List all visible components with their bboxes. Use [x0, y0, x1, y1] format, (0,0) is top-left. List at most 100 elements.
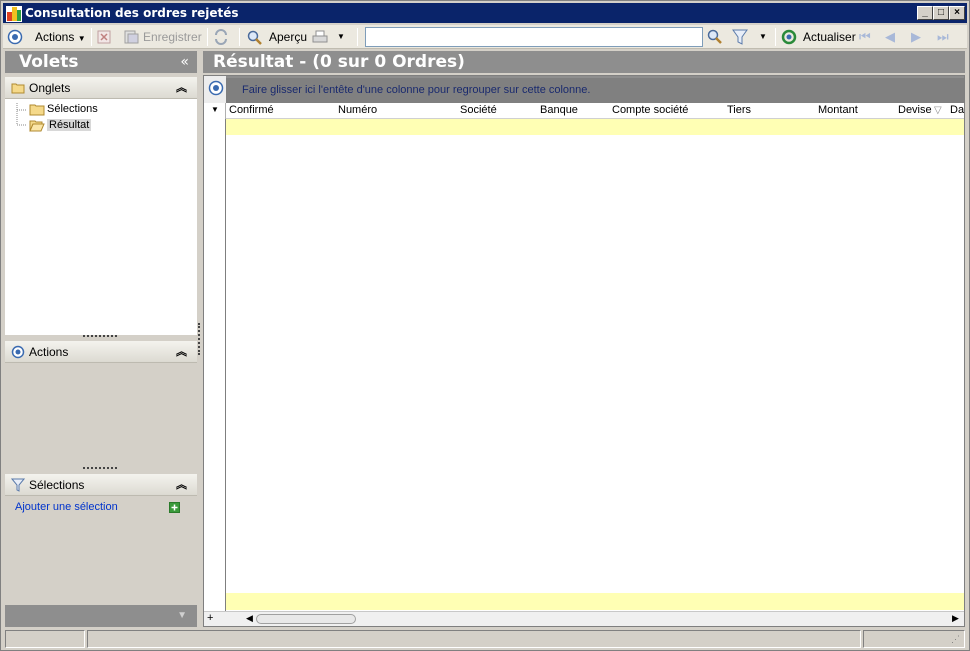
resize-grip[interactable]: [83, 335, 117, 339]
status-cell: [5, 630, 85, 648]
column-header-third-party[interactable]: Tiers: [727, 104, 751, 116]
previous-page-icon[interactable]: ◀: [885, 28, 895, 46]
magnifier-icon: [247, 30, 262, 45]
volets-title: Volets: [19, 52, 79, 72]
splitter-grip: [198, 323, 200, 355]
filter-icon: [11, 478, 25, 492]
column-header-date[interactable]: Da: [950, 104, 964, 116]
toolbar: Actions ▼ Enregistrer Aperçu ▼ ▼ Actuali…: [3, 25, 967, 49]
expand-icon[interactable]: +: [207, 612, 213, 624]
left-panel: Volets « Onglets ︽ Sélections Résultat A…: [3, 51, 197, 627]
actions-circle-icon: [11, 345, 25, 359]
close-button[interactable]: ×: [949, 6, 965, 20]
column-chooser-button[interactable]: ▼: [204, 103, 226, 119]
tabs-section-title: Onglets: [29, 81, 71, 95]
status-cell: [863, 630, 965, 648]
volets-header: Volets «: [5, 51, 197, 73]
resize-grip[interactable]: [83, 467, 117, 471]
add-icon[interactable]: [169, 502, 180, 513]
result-panel: Résultat - (0 sur 0 Ordres) Faire glisse…: [201, 51, 967, 627]
toolbar-separator: [239, 28, 240, 46]
result-title: Résultat - (0 sur 0 Ordres): [213, 52, 465, 72]
column-header-company-account[interactable]: Compte société: [612, 104, 688, 116]
column-header-amount[interactable]: Montant: [818, 104, 858, 116]
column-filter-icon[interactable]: ▽: [934, 105, 942, 116]
actions-section-title: Actions: [29, 345, 69, 359]
column-header-confirmed[interactable]: Confirmé: [229, 104, 274, 116]
dropdown-arrow-icon: ▼: [77, 34, 86, 43]
scroll-right-icon[interactable]: ▶: [952, 613, 959, 624]
search-icon[interactable]: [707, 29, 723, 45]
scroll-thumb[interactable]: [256, 614, 356, 624]
grid-options-icon[interactable]: [208, 80, 224, 96]
print-icon[interactable]: [311, 29, 329, 45]
column-header-bank[interactable]: Banque: [540, 104, 578, 116]
actions-section-body: [5, 363, 197, 467]
folder-icon: [11, 83, 25, 94]
folder-icon: [29, 104, 45, 116]
status-cell: [87, 630, 861, 648]
window-title: Consultation des ordres rejetés: [25, 6, 239, 20]
save-icon: [124, 30, 139, 44]
maximize-button[interactable]: □: [933, 6, 949, 20]
scroll-left-icon[interactable]: ◀: [246, 613, 253, 624]
actions-menu-button[interactable]: Actions ▼: [35, 28, 86, 46]
horizontal-scrollbar[interactable]: + ◀ ▶: [204, 611, 964, 626]
row-selector-gutter: [204, 119, 226, 611]
open-folder-icon: [29, 120, 45, 132]
collapse-chevron-icon[interactable]: ︽: [176, 341, 187, 363]
column-header-row: ▼ Confirmé Numéro Société Banque Compte …: [204, 103, 964, 119]
toolbar-separator: [91, 28, 92, 46]
preview-button[interactable]: Aperçu: [247, 28, 307, 46]
column-header-number[interactable]: Numéro: [338, 104, 377, 116]
group-hint-text: Faire glisser ici l'entête d'une colonne…: [242, 84, 591, 96]
tabs-section-body: Sélections Résultat: [5, 99, 197, 335]
save-button[interactable]: Enregistrer: [123, 28, 202, 46]
delete-icon[interactable]: [97, 30, 111, 44]
collapse-chevron-icon[interactable]: ︽: [176, 77, 187, 99]
dropdown-arrow-icon: ▼: [211, 105, 219, 114]
add-selection-link[interactable]: Ajouter une sélection: [15, 501, 118, 513]
filter-dropdown-arrow-icon[interactable]: ▼: [759, 28, 767, 46]
tree-item-label: Résultat: [47, 119, 92, 131]
selections-section-header[interactable]: Sélections ︽: [5, 474, 197, 496]
chevron-down-icon[interactable]: ▼: [177, 610, 187, 621]
status-bar: ⋰: [3, 629, 967, 649]
column-header-company[interactable]: Société: [460, 104, 497, 116]
actions-menu-label: Actions: [35, 30, 75, 44]
tree-item-result[interactable]: Résultat: [29, 118, 92, 133]
collapse-chevron-icon[interactable]: ︽: [176, 474, 187, 496]
first-page-icon[interactable]: ⏮: [859, 28, 871, 46]
filter-icon[interactable]: [732, 28, 748, 46]
left-panel-footer: ▼: [5, 605, 197, 627]
refresh-icon: [781, 29, 797, 45]
sync-icon[interactable]: [213, 29, 229, 45]
result-header: Résultat - (0 sur 0 Ordres): [203, 51, 965, 73]
selections-section-body: Ajouter une sélection: [5, 497, 197, 603]
summary-row: [226, 593, 964, 610]
toolbar-separator: [207, 28, 208, 46]
search-input[interactable]: [365, 27, 703, 47]
actions-section-header[interactable]: Actions ︽: [5, 341, 197, 363]
selections-section-title: Sélections: [29, 478, 85, 492]
filter-row[interactable]: [226, 119, 964, 135]
collapse-panel-icon[interactable]: «: [180, 51, 189, 73]
toolbar-separator: [357, 28, 358, 46]
title-bar[interactable]: Consultation des ordres rejetés _ □ ×: [3, 3, 967, 23]
group-drop-area[interactable]: Faire glisser ici l'entête d'une colonne…: [226, 78, 964, 103]
refresh-button[interactable]: Actualiser: [781, 28, 856, 46]
minimize-button[interactable]: _: [917, 6, 933, 20]
result-grid: Faire glisser ici l'entête d'une colonne…: [203, 75, 965, 627]
actions-circle-icon[interactable]: [7, 29, 23, 45]
column-header-currency[interactable]: Devise: [898, 104, 932, 116]
resize-grip-icon[interactable]: ⋰: [951, 634, 960, 645]
last-page-icon[interactable]: ⏭: [937, 28, 949, 46]
tabs-section-header[interactable]: Onglets ︽: [5, 77, 197, 99]
tree-item-selections[interactable]: Sélections: [29, 102, 98, 117]
app-icon: [6, 6, 22, 22]
print-dropdown-arrow-icon[interactable]: ▼: [337, 28, 345, 46]
group-by-bar: Faire glisser ici l'entête d'une colonne…: [204, 76, 964, 103]
next-page-icon[interactable]: ▶: [911, 28, 921, 46]
toolbar-separator: [775, 28, 776, 46]
application-window: Consultation des ordres rejetés _ □ × Ac…: [0, 0, 970, 651]
